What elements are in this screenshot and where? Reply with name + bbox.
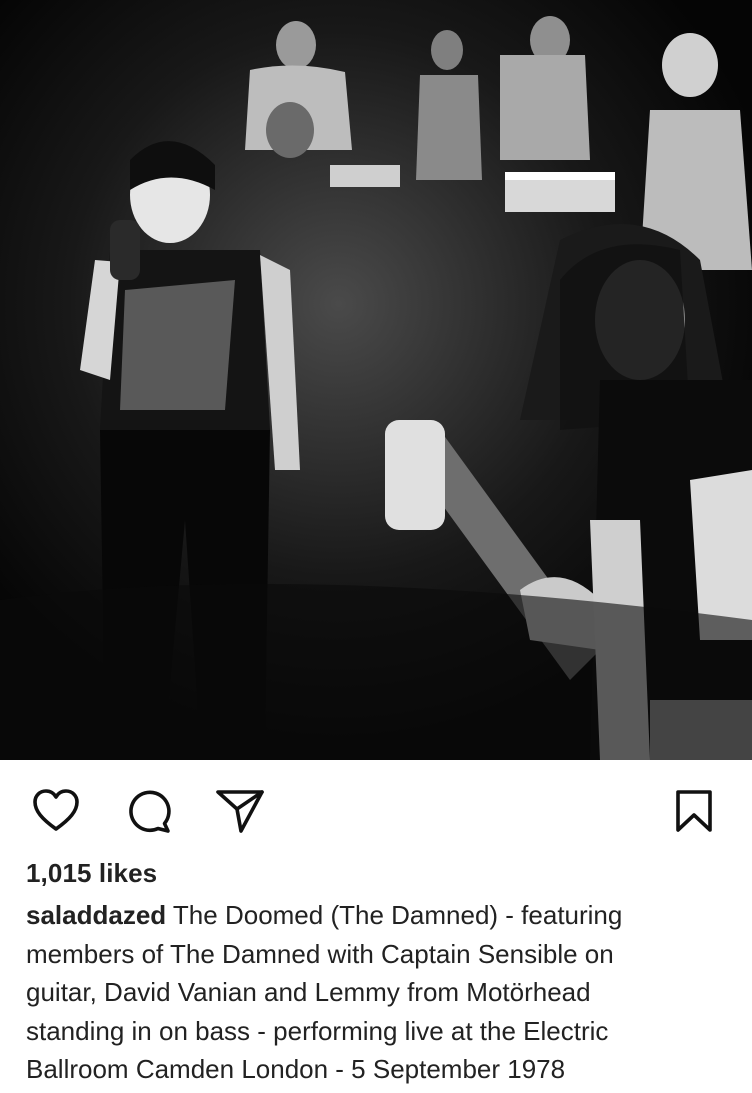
caption-line: Ballroom Camden London - 5 September 197… <box>26 1054 566 1084</box>
post-caption: saladdazed The Doomed (The Damned) - fea… <box>26 896 726 1089</box>
concert-photo-illustration <box>0 0 752 760</box>
comment-button[interactable] <box>122 785 174 837</box>
post-actions-bar <box>0 760 752 860</box>
share-button[interactable] <box>214 785 266 837</box>
caption-line: guitar, David Vanian and Lemmy from Motö… <box>26 977 591 1007</box>
caption-username[interactable]: saladdazed <box>26 900 166 930</box>
bookmark-icon <box>676 790 712 832</box>
share-icon <box>216 790 264 833</box>
comment-icon <box>129 790 171 833</box>
like-button[interactable] <box>30 785 82 837</box>
post-photo[interactable] <box>0 0 752 760</box>
likes-count[interactable]: 1,015 likes <box>26 858 157 889</box>
caption-line: The Doomed (The Damned) - featuring <box>166 900 623 930</box>
heart-icon <box>33 789 79 831</box>
caption-line: standing in on bass - performing live at… <box>26 1015 609 1046</box>
caption-line: members of The Damned with Captain Sensi… <box>26 938 614 969</box>
save-button[interactable] <box>668 785 720 837</box>
